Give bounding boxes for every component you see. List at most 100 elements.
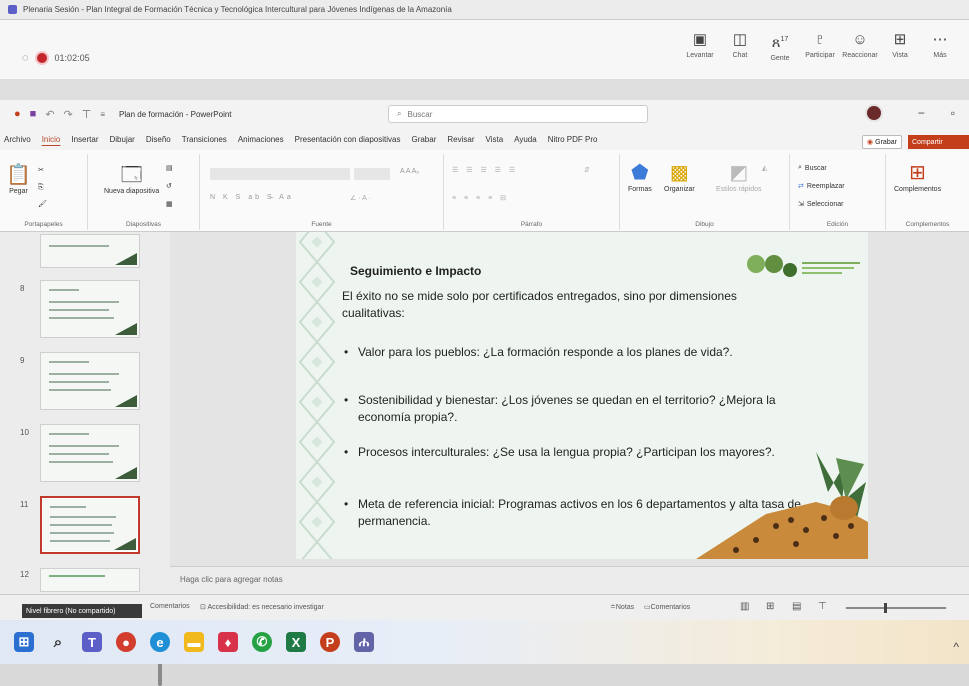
search-box[interactable]: ⌕ Buscar [388, 105, 648, 123]
text-direction-icon[interactable]: ⇵ [584, 166, 590, 174]
slide-thumbnail[interactable] [40, 352, 140, 410]
notes-button[interactable]: ≐Notas [610, 603, 634, 611]
reset-icon[interactable]: ↺ [166, 182, 172, 190]
addins-icon: ⊞ [909, 162, 926, 184]
new-slide-button[interactable]: 🗔 Nueva diapositiva [104, 164, 159, 195]
arrange-button[interactable]: ▩ Organizar [664, 162, 695, 193]
undo-icon[interactable]: ↶ [45, 108, 54, 121]
excel-icon[interactable]: X [286, 632, 306, 652]
document-title: Plan de formación - PowerPoint [119, 109, 232, 119]
clipboard-icon: 📋 [6, 164, 31, 186]
replace-button[interactable]: ⇄ Reemplazar [798, 182, 845, 191]
powerpoint-icon[interactable]: P [320, 632, 340, 652]
slide-thumbnail[interactable] [40, 280, 140, 338]
people-button[interactable]: ጸ17 Gente [763, 32, 797, 63]
tab-grabar[interactable]: Grabar [411, 135, 436, 144]
tab-transiciones[interactable]: Transiciones [182, 135, 227, 144]
accessibility-icon: ⊡ [200, 604, 206, 611]
presenter-view-icon[interactable]: ⊤ [818, 601, 827, 612]
tab-dibujar[interactable]: Dibujar [110, 135, 135, 144]
bullet-item: Valor para los pueblos: ¿La formación re… [342, 344, 802, 361]
shapes-button[interactable]: ⬟ Formas [628, 162, 652, 193]
addins-button[interactable]: ⊞ Complementos [894, 162, 941, 193]
tray-chevron-icon[interactable]: ^ [953, 640, 959, 654]
chrome-icon[interactable]: ● [116, 632, 136, 652]
tab-revisar[interactable]: Revisar [447, 135, 474, 144]
shield-icon[interactable]: ♦ [218, 632, 238, 652]
align-icons[interactable]: ≡ ≡ ≡ ≡ ⊟ [452, 194, 509, 202]
tab-inicio[interactable]: Inicio [42, 135, 61, 144]
chat-button[interactable]: ◫ Chat [723, 32, 757, 62]
avatar[interactable] [865, 104, 883, 122]
file-explorer-icon[interactable]: ▬ [184, 632, 204, 652]
find-button[interactable]: ⌕ Buscar [798, 164, 827, 172]
slide-thumbnail[interactable] [40, 568, 140, 592]
tab-insertar[interactable]: Insertar [71, 135, 98, 144]
zoom-slider[interactable] [846, 603, 946, 613]
react-button[interactable]: ☺ Reaccionar [842, 32, 877, 62]
list-icons[interactable]: ☰ ☰ ☰ ☰ ☰ [452, 166, 518, 174]
layout-icon[interactable]: ▤ [166, 164, 173, 172]
share-button[interactable]: Compartir [908, 135, 969, 149]
participate-button[interactable]: ♇ Participar [803, 32, 837, 62]
teams-icon[interactable]: T [82, 632, 102, 652]
reading-view-icon[interactable]: ▤ [792, 601, 801, 612]
quick-styles-button[interactable]: ◩ Estilos rápidos [716, 162, 762, 193]
teams-meeting-icon[interactable]: ሐ [354, 632, 374, 652]
addins-group: ⊞ Complementos Complementos [894, 162, 950, 228]
tab-animaciones[interactable]: Animaciones [238, 135, 284, 144]
current-slide[interactable]: Seguimiento e Impacto El éxito no se mid… [296, 232, 868, 559]
restore-icon[interactable]: ▫ [951, 106, 955, 120]
select-button[interactable]: ⇲ Seleccionar [798, 200, 843, 209]
windows-taskbar: ⊞ ⌕ T ● e ▬ ♦ ✆ X P ሐ [0, 620, 969, 664]
editing-group: ⌕ Buscar ⇄ Reemplazar ⇲ Seleccionar Edición [790, 154, 886, 230]
select-icon: ⇲ [798, 201, 804, 208]
slide-thumbnail-selected[interactable] [40, 496, 140, 554]
present-icon[interactable]: ⊤ [82, 108, 92, 121]
raise-hand-icon: ▣ [692, 31, 708, 48]
edge-icon[interactable]: e [150, 632, 170, 652]
autosave-icon[interactable]: ● [14, 108, 21, 120]
redo-icon[interactable]: ↷ [64, 108, 73, 121]
tab-archivo[interactable]: Archivo [4, 135, 31, 144]
font-grow-icon[interactable]: A A Aₒ [400, 168, 419, 175]
tab-diseno[interactable]: Diseño [146, 135, 171, 144]
section-icon[interactable]: ▦ [166, 200, 173, 208]
notes-pane[interactable]: Haga clic para agregar notas [170, 566, 969, 594]
font-size-select[interactable] [354, 168, 390, 180]
tab-ayuda[interactable]: Ayuda [514, 135, 537, 144]
format-painter-icon[interactable]: 🖌 [38, 200, 47, 208]
cut-icon[interactable]: ✂ [38, 166, 44, 174]
save-icon[interactable]: ■ [30, 108, 37, 120]
view-button[interactable]: ⊞ Vista [883, 32, 917, 62]
hand-icon: ♇ [814, 31, 826, 48]
customize-qat-icon[interactable]: ≡ [100, 110, 105, 119]
raise-hand-button[interactable]: ▣ Levantar [683, 32, 717, 62]
whatsapp-icon[interactable]: ✆ [252, 632, 272, 652]
record-button[interactable]: ◉ Grabar [862, 135, 902, 149]
normal-view-icon[interactable]: ▥ [740, 601, 749, 612]
slides-group: 🗔 Nueva diapositiva ▤ ↺ ▦ Diapositivas [88, 154, 200, 230]
comments-button[interactable]: ▭Comentarios [644, 603, 690, 611]
font-family-select[interactable] [210, 168, 350, 180]
tab-vista[interactable]: Vista [486, 135, 504, 144]
more-button[interactable]: ⋯ Más [923, 32, 957, 62]
paste-button[interactable]: 📋 Pegar [6, 164, 31, 195]
meeting-timer: ◌ 01:02:05 [22, 52, 90, 64]
slide-thumbnail[interactable] [40, 424, 140, 482]
sorter-view-icon[interactable]: ⊞ [766, 601, 774, 612]
search-icon[interactable]: ⌕ [48, 632, 68, 652]
zoom-thumb[interactable] [884, 603, 887, 613]
copy-icon[interactable]: ⎘ [38, 184, 44, 192]
tab-nitro[interactable]: Nitro PDF Pro [548, 135, 598, 144]
slide-thumbnail[interactable] [40, 234, 140, 268]
windows-start-icon[interactable]: ⊞ [14, 632, 34, 652]
fill-icon[interactable]: ◭ [762, 164, 767, 172]
font-style-icons[interactable]: N K S ab S̶ Aa [210, 194, 294, 201]
comments-status[interactable]: Comentarios [150, 603, 190, 610]
window-title: Plenaria Sesión - Plan Integral de Forma… [23, 5, 452, 14]
minimize-icon[interactable]: − [918, 106, 925, 120]
accessibility-status[interactable]: ⊡ Accesibilidad: es necesario investigar [200, 603, 324, 611]
font-color-icon[interactable]: ∠ · A · [350, 194, 371, 202]
tab-presentacion[interactable]: Presentación con diapositivas [295, 135, 401, 144]
